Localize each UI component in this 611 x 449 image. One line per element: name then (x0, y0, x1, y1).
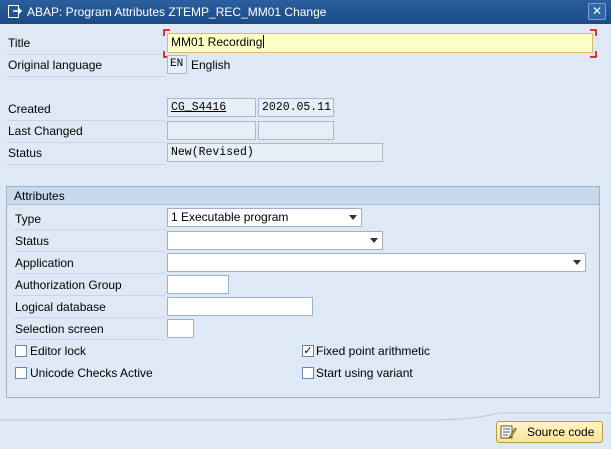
chevron-down-icon[interactable] (573, 260, 581, 265)
auth-label: Authorization Group (15, 278, 122, 292)
created-label: Created (8, 102, 51, 116)
check-icon: ✓ (303, 345, 313, 357)
window-title: ABAP: Program Attributes ZTEMP_REC_MM01 … (27, 5, 327, 19)
fixed-point-label: Fixed point arithmetic (316, 344, 431, 358)
close-icon: ✕ (591, 4, 603, 18)
chevron-down-icon[interactable] (349, 215, 357, 220)
focus-corner-icon (590, 51, 597, 58)
source-code-icon (500, 425, 517, 439)
title-value: MM01 Recording (171, 35, 263, 49)
logical-database-input[interactable] (167, 297, 313, 316)
changed-by-field (167, 121, 256, 140)
type-select[interactable]: 1 Executable program (167, 208, 362, 227)
lang-name: English (191, 58, 231, 72)
status-field: New(Revised) (167, 143, 383, 162)
unicode-checks-label: Unicode Checks Active (30, 366, 153, 380)
attributes-group-title: Attributes (14, 189, 65, 203)
application-select[interactable] (167, 253, 586, 272)
auth-group-input[interactable] (167, 275, 229, 294)
source-code-button[interactable]: Source code (496, 421, 603, 443)
selscreen-label: Selection screen (15, 322, 104, 336)
changed-date-field (258, 121, 334, 140)
application-label: Application (15, 256, 74, 270)
focus-corner-icon (163, 29, 170, 36)
created-by-field: CG_S4416 (167, 98, 256, 117)
lang-code-field: EN (167, 55, 187, 74)
title-label: Title (8, 36, 31, 50)
type-value: 1 Executable program (171, 210, 289, 224)
fixed-point-checkbox[interactable]: ✓ (302, 345, 314, 357)
attr-status-label: Status (15, 234, 50, 248)
close-button[interactable]: ✕ (588, 3, 606, 20)
window-titlebar: ABAP: Program Attributes ZTEMP_REC_MM01 … (0, 0, 611, 24)
editor-lock-label: Editor lock (30, 344, 87, 358)
created-by-value: CG_S4416 (171, 101, 227, 114)
selection-screen-input[interactable] (167, 319, 194, 338)
start-variant-label: Start using variant (316, 366, 413, 380)
attributes-group-header: Attributes (7, 187, 599, 205)
unicode-checks-checkbox[interactable] (15, 367, 27, 379)
focus-corner-icon (590, 29, 597, 36)
changed-label: Last Changed (8, 124, 83, 138)
text-cursor (263, 35, 265, 48)
ldb-label: Logical database (15, 300, 106, 314)
chevron-down-icon[interactable] (370, 238, 378, 243)
type-label: Type (15, 212, 42, 226)
source-code-label: Source code (527, 425, 595, 439)
lang-label: Original language (8, 58, 103, 72)
program-window-icon (8, 5, 22, 18)
created-date-field: 2020.05.11 (258, 98, 334, 117)
title-input[interactable]: MM01 Recording (167, 33, 593, 53)
status-label: Status (8, 146, 43, 160)
start-variant-checkbox[interactable] (302, 367, 314, 379)
attr-status-select[interactable] (167, 231, 383, 250)
editor-lock-checkbox[interactable] (15, 345, 27, 357)
